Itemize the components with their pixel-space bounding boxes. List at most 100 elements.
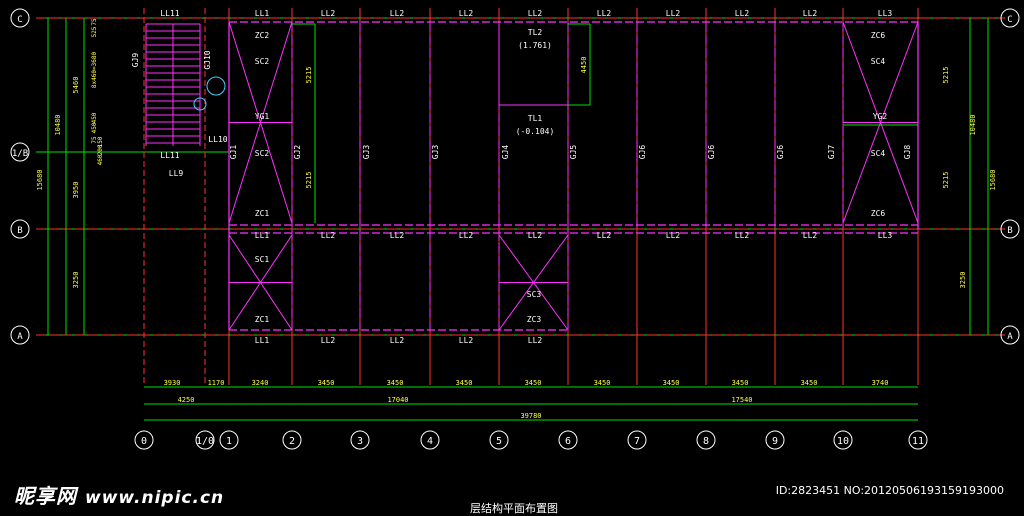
axis-label-5: 4 [427, 436, 433, 447]
brace-label-1: SC2 [255, 57, 270, 66]
axis-label-l-2: B [17, 226, 22, 236]
dim-row1-6: 3450 [525, 379, 542, 387]
stair-dim-3: 450 [91, 112, 98, 123]
axis-label-r-2: B [1007, 226, 1012, 236]
structural-floor-plan: 0 1/0 1 2 3 4 5 6 7 8 9 10 11 C C 1/B B B A A LL11 LL1 LL2 LL2 L… [10, 8, 1020, 450]
frame-10: GJ8 [903, 145, 912, 160]
drawing-caption: 层结构平面布置图 [470, 502, 558, 515]
brace-label-6: ZC1 [255, 315, 270, 324]
brace-label-5: SC1 [255, 255, 270, 264]
axis-label-7: 6 [565, 436, 571, 447]
brace-label-13: ZC3 [527, 315, 542, 324]
frame-8: GJ6 [776, 145, 785, 160]
beam-mid-7: LL2 [735, 231, 750, 240]
watermark-logo-text: 昵享网 [14, 484, 77, 508]
axis-label-l-1: 1/B [12, 149, 28, 159]
dim-inner-2: 4450 [580, 57, 588, 74]
platform-tl2: TL2 [528, 28, 543, 37]
beam-top-2: LL2 [321, 9, 336, 18]
stair-dim-4: 450 [91, 122, 98, 133]
dim-right-2: 5215 [942, 172, 950, 189]
left-ll11: LL11 [160, 151, 179, 160]
axis-label-8: 7 [634, 436, 640, 447]
beam-top-4: LL2 [459, 9, 474, 18]
dim-row1-9: 3450 [732, 379, 749, 387]
beam-bot-2: LL2 [390, 336, 405, 345]
beam-bot-3: LL2 [459, 336, 474, 345]
axis-label-1: 1/0 [196, 436, 214, 447]
frame-2: GJ3 [362, 145, 371, 160]
left-gj10: GJ10 [203, 50, 212, 69]
image-id: ID:2823451 NO:20120506193159193000 [775, 484, 1004, 497]
beam-top-0: LL11 [160, 9, 179, 18]
dim-row1-11: 3740 [872, 379, 889, 387]
beam-mid-6: LL2 [666, 231, 681, 240]
dim-row1-2: 3240 [252, 379, 269, 387]
beam-bot-1: LL2 [321, 336, 336, 345]
watermark-url: www.nipic.cn [85, 488, 225, 508]
axis-label-10: 9 [772, 436, 778, 447]
left-gj9: GJ9 [131, 53, 140, 68]
axis-label-0: 0 [141, 436, 147, 447]
platform-tl1-elev: (-0.104) [516, 127, 555, 136]
beam-mid-0: LL1 [255, 231, 270, 240]
dim-right-3: 3250 [959, 272, 967, 289]
beam-top-9: LL2 [803, 9, 818, 18]
platform-tl1: TL1 [528, 114, 543, 123]
axis-label-12: 11 [912, 436, 924, 447]
dim-right-1: 10480 [969, 114, 977, 135]
stair-dim-8: 150 [97, 136, 104, 147]
stair-dim-0: 525 [91, 26, 98, 37]
beam-bot-4: LL2 [528, 336, 543, 345]
axis-label-6: 5 [496, 436, 502, 447]
frame-6: GJ6 [638, 145, 647, 160]
beam-mid-8: LL2 [803, 231, 818, 240]
dim-left-0: 5460 [72, 77, 80, 94]
dim-row2-1: 17040 [387, 396, 408, 404]
axis-label-2: 1 [226, 436, 232, 447]
axis-label-r-3: A [1007, 332, 1013, 342]
beam-top-3: LL2 [390, 9, 405, 18]
dim-left-2: 3950 [72, 182, 80, 199]
beam-mid-2: LL2 [390, 231, 405, 240]
dim-inner-0: 5215 [305, 67, 313, 84]
brace-label-3: SC2 [255, 149, 270, 158]
beam-mid-1: LL2 [321, 231, 336, 240]
brace-label-7: ZC6 [871, 31, 886, 40]
brace-label-4: ZC1 [255, 209, 270, 218]
dim-row1-7: 3450 [594, 379, 611, 387]
frame-0: GJ1 [229, 145, 238, 160]
brace-label-10: SC4 [871, 149, 886, 158]
stair-dim-1: 75 [91, 18, 98, 26]
dim-row1-3: 3450 [318, 379, 335, 387]
stair-dim-7: 460 [97, 154, 104, 165]
beam-mid-5: LL2 [597, 231, 612, 240]
frame-4: GJ4 [501, 145, 510, 160]
left-ll10: LL10 [208, 135, 227, 144]
frame-1: GJ2 [293, 145, 302, 160]
axis-label-r-0: C [1007, 15, 1012, 25]
dim-left-4: 15680 [36, 169, 44, 190]
beam-top-6: LL2 [597, 9, 612, 18]
axis-label-l-0: C [17, 15, 22, 25]
axis-label-9: 8 [703, 436, 709, 447]
beam-mid-3: LL2 [459, 231, 474, 240]
stair-dim-2: 8x460=3680 [91, 52, 98, 89]
dim-row2-2: 17540 [731, 396, 752, 404]
dim-row1-0: 3930 [164, 379, 181, 387]
dim-row1-10: 3450 [801, 379, 818, 387]
axis-label-4: 3 [357, 436, 363, 447]
dim-row1-1: 1170 [208, 379, 225, 387]
beam-top-5: LL2 [528, 9, 543, 18]
dim-inner-1: 5215 [305, 172, 313, 189]
dim-left-1: 10480 [54, 114, 62, 135]
dim-right-4: 15680 [989, 169, 997, 190]
axis-label-11: 10 [837, 436, 849, 447]
beam-top-1: LL1 [255, 9, 270, 18]
dim-row2-0: 4250 [178, 396, 195, 404]
frame-3: GJ3 [431, 145, 440, 160]
dim-row1-4: 3450 [387, 379, 404, 387]
platform-tl2-elev: (1.761) [518, 41, 552, 50]
brace-label-11: ZC6 [871, 209, 886, 218]
frame-7: GJ6 [707, 145, 716, 160]
